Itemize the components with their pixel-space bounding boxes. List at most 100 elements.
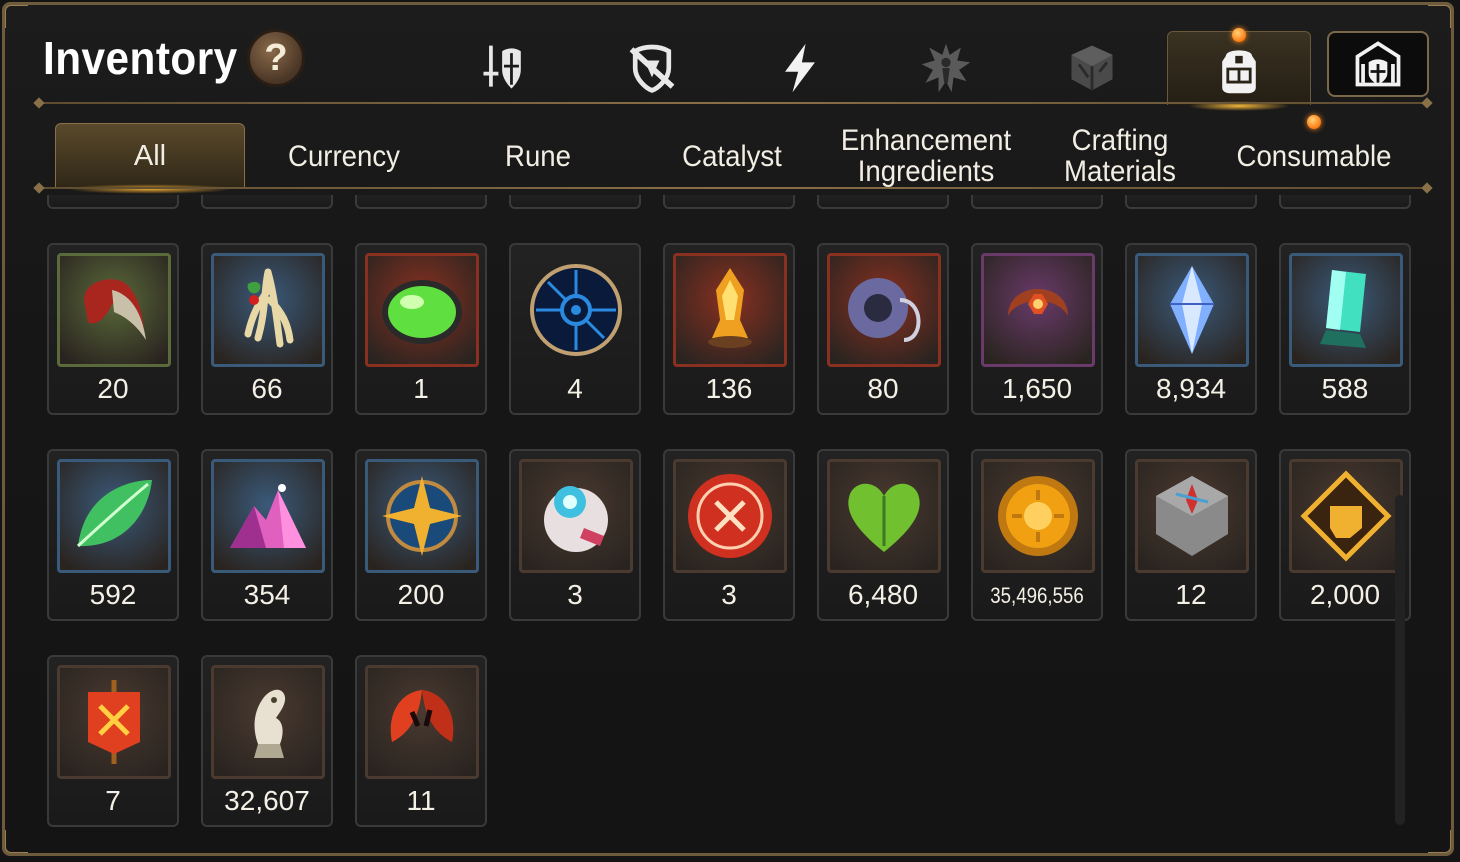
teal-crystal-icon — [1320, 270, 1366, 348]
red-badge-icon — [688, 474, 772, 558]
item-slot-partial[interactable] — [509, 195, 641, 209]
tab-guild[interactable] — [1327, 31, 1429, 97]
green-heart-icon — [848, 483, 920, 552]
item-slot[interactable]: 6,480 — [817, 449, 949, 621]
item-icon-frame — [57, 253, 171, 367]
item-slot[interactable]: 1,650 — [971, 243, 1103, 415]
green-orb-icon — [382, 280, 462, 344]
item-grid: 20 66 1 4 136 80 1,650 8,934 588 592 354 200 3 3 6,480… — [5, 195, 1451, 835]
item-slot[interactable]: 12 — [1125, 449, 1257, 621]
tab-cube[interactable] — [1021, 31, 1163, 105]
page-title: Inventory — [43, 32, 238, 84]
item-slot[interactable]: 3 — [509, 449, 641, 621]
item-slot-partial[interactable] — [201, 195, 333, 209]
item-quantity: 136 — [705, 373, 753, 404]
item-slot[interactable]: 35,496,556 — [971, 449, 1103, 621]
item-slot-partial[interactable] — [817, 195, 949, 209]
item-icon-frame — [981, 253, 1095, 367]
item-quantity: 12 — [1175, 579, 1207, 610]
item-quantity: 3 — [721, 579, 737, 610]
subtab-catalyst[interactable]: Catalyst — [645, 123, 820, 189]
item-quantity: 1,650 — [1001, 373, 1073, 404]
item-slot[interactable]: 8,934 — [1125, 243, 1257, 415]
item-quantity: 1 — [413, 373, 429, 404]
divider — [39, 102, 1429, 104]
item-slot[interactable]: 200 — [355, 449, 487, 621]
divider — [39, 187, 1429, 189]
item-icon-frame — [1135, 253, 1249, 367]
gold-coin-icon — [998, 476, 1078, 556]
item-icon-frame — [827, 459, 941, 573]
tab-equipment[interactable] — [433, 31, 575, 105]
item-quantity: 592 — [89, 579, 137, 610]
item-slot-partial[interactable] — [355, 195, 487, 209]
tab-inventory[interactable] — [1167, 28, 1311, 111]
item-slot[interactable]: 354 — [201, 449, 333, 621]
broken-shield-icon — [629, 44, 675, 93]
subtab-enhancement-ingredients[interactable]: Enhancement Ingredients — [839, 123, 1014, 189]
notification-dot — [1307, 115, 1321, 129]
item-slot[interactable]: 80 — [817, 243, 949, 415]
ring-charm-icon — [848, 278, 921, 342]
item-slot-partial[interactable] — [971, 195, 1103, 209]
war-banner-icon — [88, 680, 140, 764]
crescent-flower-icon — [1008, 289, 1068, 316]
item-quantity: 2,000 — [1309, 579, 1381, 610]
item-quantity: 7 — [105, 785, 121, 816]
pink-crystal-pile-icon — [230, 484, 306, 548]
item-icon-frame — [1135, 459, 1249, 573]
item-slot[interactable]: 11 — [355, 655, 487, 827]
item-quantity: 35,496,556 — [990, 583, 1084, 608]
item-slot[interactable]: 2,000 — [1279, 449, 1411, 621]
subtab-currency[interactable]: Currency — [257, 123, 432, 189]
item-quantity: 354 — [243, 579, 291, 610]
item-quantity: 66 — [251, 373, 283, 404]
item-quantity: 6,480 — [847, 579, 919, 610]
blue-crystal-icon — [1170, 266, 1214, 354]
item-quantity: 588 — [1321, 373, 1369, 404]
tab-broken-gear[interactable] — [581, 31, 723, 105]
item-icon-frame — [211, 253, 325, 367]
item-slot[interactable]: 4 — [509, 243, 641, 415]
item-quantity: 80 — [867, 373, 899, 404]
item-slot-partial[interactable] — [663, 195, 795, 209]
subtab-crafting-materials[interactable]: Crafting Materials — [1033, 123, 1208, 189]
item-icon-frame — [57, 665, 171, 779]
item-quantity: 3 — [567, 579, 583, 610]
help-button[interactable]: ? — [247, 29, 305, 87]
tab-character[interactable] — [875, 31, 1017, 105]
item-quantity: 32,607 — [224, 785, 310, 816]
backpack-icon — [1222, 49, 1256, 93]
notification-dot — [1232, 28, 1246, 42]
red-leaves-icon — [390, 690, 454, 742]
castle-shield-icon — [1355, 41, 1401, 87]
fist-emblem-icon — [1300, 470, 1392, 562]
item-quantity: 11 — [406, 785, 436, 816]
item-slot[interactable]: 66 — [201, 243, 333, 415]
scrollbar[interactable] — [1395, 495, 1405, 825]
item-slot[interactable]: 32,607 — [201, 655, 333, 827]
item-icon-frame — [981, 459, 1095, 573]
item-slot[interactable]: 136 — [663, 243, 795, 415]
item-slot[interactable]: 588 — [1279, 243, 1411, 415]
divider — [33, 97, 45, 109]
subtab-rune[interactable]: Rune — [451, 123, 626, 189]
inventory-window: Inventory ? All Currency Rune Catalyst E… — [2, 2, 1454, 856]
item-icon-frame — [827, 253, 941, 367]
item-slot-partial[interactable] — [1279, 195, 1411, 209]
item-slot[interactable]: 592 — [47, 449, 179, 621]
item-slot[interactable]: 20 — [47, 243, 179, 415]
item-slot[interactable]: 3 — [663, 449, 795, 621]
divider — [33, 182, 45, 194]
item-icon-frame — [365, 459, 479, 573]
subtab-all[interactable]: All — [55, 123, 245, 194]
item-icon-frame — [1289, 253, 1403, 367]
subtab-consumable[interactable]: Consumable — [1227, 123, 1402, 189]
item-slot[interactable]: 7 — [47, 655, 179, 827]
item-icon-frame — [673, 459, 787, 573]
item-slot-partial[interactable] — [47, 195, 179, 209]
item-slot[interactable]: 1 — [355, 243, 487, 415]
item-icon-frame — [211, 459, 325, 573]
tab-skill[interactable] — [729, 31, 871, 105]
item-slot-partial[interactable] — [1125, 195, 1257, 209]
